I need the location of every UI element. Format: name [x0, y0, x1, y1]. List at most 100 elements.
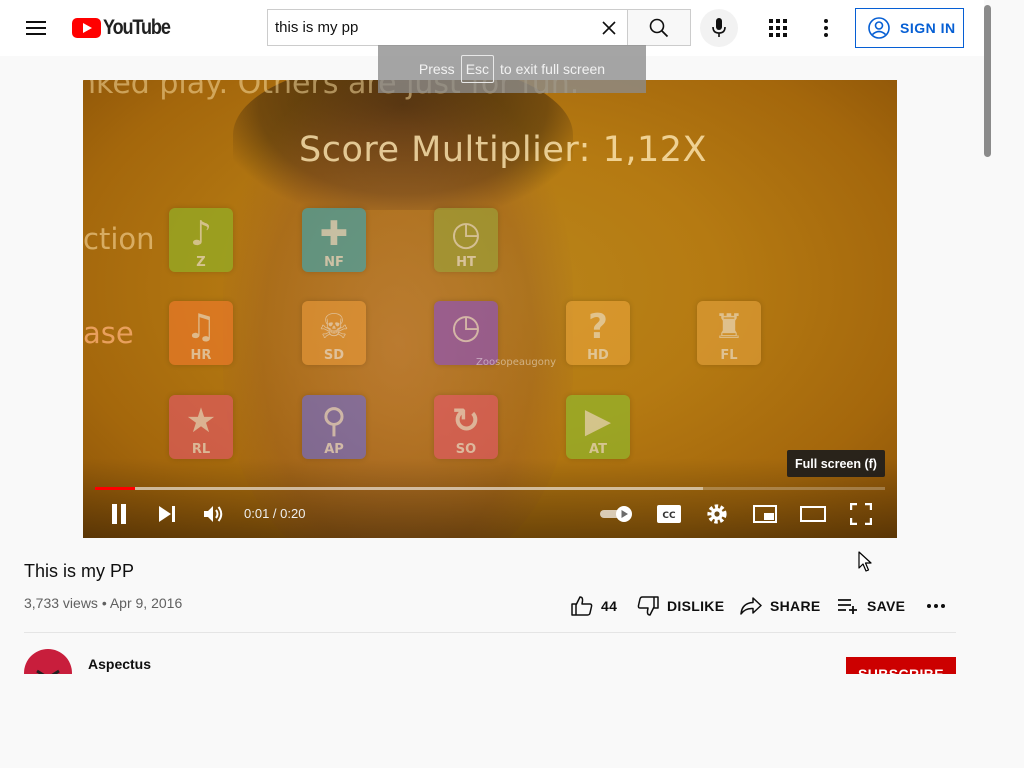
fullscreen-icon: [850, 503, 872, 525]
time-display: 0:01 / 0:20: [244, 506, 306, 521]
video-mod-tile: ☠ SD: [302, 301, 366, 365]
progress-played: [95, 487, 135, 490]
mod-label: RL: [191, 442, 211, 457]
channel-name[interactable]: Aspectus: [88, 656, 151, 672]
save-button[interactable]: SAVE: [837, 594, 905, 618]
esc-hint-prefix: Press: [418, 61, 455, 77]
pause-button[interactable]: [101, 500, 137, 528]
mod-glyph-icon: ?: [588, 307, 608, 347]
video-mod-tile: ✚ NF: [302, 208, 366, 272]
video-info: 3,733 views • Apr 9, 2016: [24, 595, 183, 611]
video-caption-score: Score Multiplier: 1,12X: [299, 130, 708, 170]
microphone-icon: [712, 18, 726, 37]
miniplayer-icon: [753, 505, 777, 523]
search-input[interactable]: [268, 10, 595, 45]
mod-label: SD: [323, 348, 345, 363]
divider: [24, 632, 956, 633]
video-mod-tile: ♜ FL: [697, 301, 761, 365]
mod-glyph-icon: ◷: [451, 307, 481, 347]
mod-label: AT: [589, 442, 607, 457]
video-player[interactable]: nked play. Others are just for fun. Scor…: [83, 80, 897, 538]
sign-in-label: SIGN IN: [900, 20, 956, 36]
share-arrow-icon: [740, 597, 762, 615]
mod-glyph-icon: ⚲: [321, 401, 347, 441]
video-mod-tile: ◷: [434, 301, 498, 365]
share-label: SHARE: [770, 598, 821, 614]
subtitles-button[interactable]: CC: [651, 500, 687, 528]
mod-label: FL: [720, 348, 738, 363]
progress-bar[interactable]: [95, 487, 885, 490]
mod-glyph-icon: ✚: [319, 214, 349, 254]
mod-glyph-icon: ▶: [584, 401, 612, 441]
mouse-cursor-icon: [858, 551, 874, 578]
dislike-button[interactable]: DISLIKE: [637, 594, 724, 618]
video-mod-tile: ◷ HT: [434, 208, 498, 272]
video-mod-tile: ↻ SO: [434, 395, 498, 459]
close-icon: [602, 21, 616, 35]
thumbs-up-icon: [571, 596, 593, 616]
closed-captions-icon: CC: [657, 505, 681, 523]
miniplayer-button[interactable]: [747, 500, 783, 528]
mod-label: NF: [324, 255, 344, 270]
youtube-apps-button[interactable]: [762, 12, 794, 44]
mod-label: Z: [196, 255, 206, 270]
mod-glyph-icon: ♫: [185, 307, 217, 347]
mod-glyph-icon: ☠: [318, 307, 350, 347]
sign-in-button[interactable]: SIGN IN: [855, 8, 964, 48]
vertical-dots-icon: [824, 19, 828, 37]
fullscreen-button[interactable]: [843, 500, 879, 528]
playlist-add-icon: [838, 599, 857, 614]
mod-label: HR: [190, 348, 212, 363]
mod-label: SO: [455, 442, 477, 457]
esc-hint-suffix: to exit full screen: [500, 61, 606, 77]
page-bottom-area: [0, 674, 984, 768]
account-icon: [868, 17, 890, 39]
settings-more-button[interactable]: [810, 12, 842, 44]
pause-icon: [112, 504, 126, 524]
search-button[interactable]: [627, 9, 691, 46]
video-caption-ease: ase: [83, 316, 134, 350]
autoplay-toggle[interactable]: [599, 500, 635, 528]
mod-glyph-icon: ★: [185, 401, 217, 441]
mute-button[interactable]: [196, 500, 232, 528]
thumbs-down-icon: [637, 596, 659, 616]
mod-glyph-icon: ♪: [190, 214, 212, 254]
video-mod-tile: ▶ AT: [566, 395, 630, 459]
video-watermark: Zoosopeaugony: [476, 357, 557, 368]
share-button[interactable]: SHARE: [740, 594, 821, 618]
autoplay-toggle-icon: [600, 506, 632, 522]
more-actions-button[interactable]: [924, 594, 948, 618]
apps-grid-icon: [769, 19, 787, 37]
voice-search-button[interactable]: [700, 9, 738, 47]
page-scrollbar-thumb[interactable]: [984, 5, 991, 157]
next-button[interactable]: [149, 500, 185, 528]
video-mod-tile: ♫ HR: [169, 301, 233, 365]
save-label: SAVE: [867, 598, 906, 614]
guide-menu-button[interactable]: [20, 12, 52, 44]
search-box: [267, 9, 627, 46]
volume-icon: [204, 506, 223, 522]
youtube-play-icon: [72, 18, 101, 38]
clear-search-button[interactable]: [595, 14, 623, 42]
mod-label: HT: [456, 255, 476, 270]
fullscreen-tooltip: Full screen (f): [787, 450, 885, 477]
like-button[interactable]: 44: [571, 594, 617, 618]
logo-wordmark: YouTube: [103, 16, 171, 39]
hamburger-menu-icon: [26, 21, 46, 35]
theater-mode-button[interactable]: [795, 500, 831, 528]
youtube-logo[interactable]: YouTube: [72, 16, 181, 40]
mod-glyph-icon: ♜: [713, 307, 745, 347]
settings-button[interactable]: [699, 500, 735, 528]
video-caption-action: ction: [83, 222, 155, 256]
video-mod-tile: ? HD: [566, 301, 630, 365]
horizontal-dots-icon: [927, 604, 945, 608]
like-count: 44: [601, 598, 618, 614]
mod-glyph-icon: ◷: [451, 214, 481, 254]
theater-mode-icon: [800, 506, 826, 522]
search-icon: [649, 18, 669, 37]
svg-text:CC: CC: [662, 511, 676, 521]
video-mod-tile: ★ RL: [169, 395, 233, 459]
video-title: This is my PP: [24, 561, 135, 581]
progress-buffered: [95, 487, 703, 490]
skip-next-icon: [159, 506, 175, 522]
